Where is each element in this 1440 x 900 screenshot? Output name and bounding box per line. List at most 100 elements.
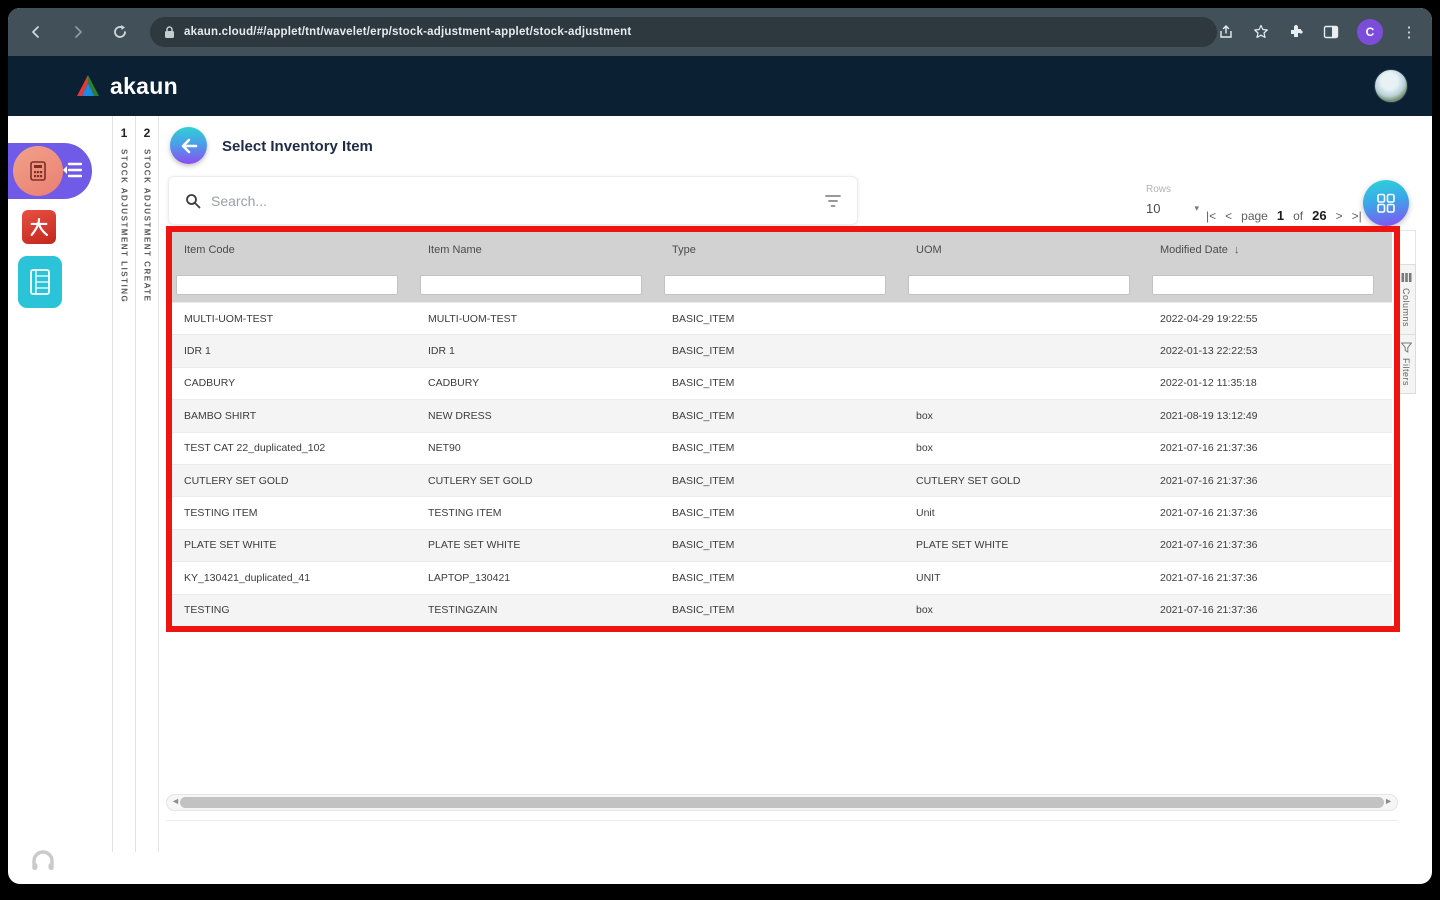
prev-page-button[interactable]: < xyxy=(1225,209,1232,223)
side-panel-spacer xyxy=(1396,230,1416,264)
next-page-button[interactable]: > xyxy=(1336,209,1343,223)
page-label: page xyxy=(1241,208,1268,223)
browser-back-icon[interactable] xyxy=(26,22,46,42)
cell-modified_date: 2022-04-29 19:22:55 xyxy=(1160,312,1258,325)
table-row[interactable]: TESTING ITEM TESTING ITEM BASIC_ITEM Unit 20… xyxy=(172,496,1392,529)
url-text: akaun.cloud/#/applet/tnt/wavelet/erp/sto… xyxy=(184,26,632,38)
page-total: 26 xyxy=(1312,208,1327,223)
column-header-modified_date[interactable]: Modified Date ↓ xyxy=(1148,244,1392,256)
grid-icon xyxy=(1377,193,1395,213)
scroll-right-icon[interactable]: ► xyxy=(1384,796,1393,806)
cell-uom: Unit xyxy=(916,507,935,520)
ledger-applet-icon[interactable] xyxy=(18,256,62,308)
cell-item_name: CADBURY xyxy=(428,377,480,390)
tab-stock-adjustment-listing[interactable]: 1 STOCK ADJUSTMENT LISTING xyxy=(112,116,135,852)
column-filter-input-item_code[interactable] xyxy=(176,275,398,295)
cell-item_name: LAPTOP_130421 xyxy=(428,571,511,584)
url-bar[interactable]: akaun.cloud/#/applet/tnt/wavelet/erp/sto… xyxy=(150,17,1217,47)
browser-chrome: akaun.cloud/#/applet/tnt/wavelet/erp/sto… xyxy=(8,8,1432,56)
filters-icon xyxy=(1400,342,1412,353)
table-row[interactable]: PLATE SET WHITE PLATE SET WHITE BASIC_ITEM… xyxy=(172,528,1392,562)
scroll-left-icon[interactable]: ◄ xyxy=(171,796,180,806)
table-header-row: Item Code Item Name Type UOM Modified Date ↓ xyxy=(172,232,1392,268)
browser-forward-icon[interactable] xyxy=(68,22,88,42)
table-row[interactable]: IDR 1 IDR 1 BASIC_ITEM 2022-01-13 22:22:53 xyxy=(172,334,1392,367)
grid-view-button[interactable] xyxy=(1363,180,1409,226)
share-icon[interactable] xyxy=(1217,23,1235,41)
of-label: of xyxy=(1293,208,1304,223)
rows-value: 10 xyxy=(1146,201,1161,216)
cell-item_code: TESTING xyxy=(184,604,230,617)
cell-uom: UNIT xyxy=(916,571,941,584)
pdf-applet-icon[interactable] xyxy=(22,210,56,244)
filter-list-icon[interactable] xyxy=(825,194,841,208)
extensions-icon[interactable] xyxy=(1287,23,1305,41)
column-filter-input-uom[interactable] xyxy=(908,275,1130,295)
browser-profile-avatar[interactable]: C xyxy=(1357,19,1383,45)
cell-type: BASIC_ITEM xyxy=(672,604,735,617)
table-filter-row xyxy=(172,268,1392,302)
column-filter-input-type[interactable] xyxy=(664,275,886,295)
filters-label: Filters xyxy=(1401,358,1411,387)
table-row[interactable]: CADBURY CADBURY BASIC_ITEM 2022-01-12 11:35… xyxy=(172,366,1392,400)
cell-type: BASIC_ITEM xyxy=(672,474,735,487)
cell-item_code: CADBURY xyxy=(184,377,236,390)
tab-stock-adjustment-create[interactable]: 2 STOCK ADJUSTMENT CREATE xyxy=(135,116,158,852)
columns-toggle[interactable]: Columns xyxy=(1396,264,1416,336)
column-header-uom[interactable]: UOM xyxy=(904,244,1148,256)
filter-cell-uom xyxy=(904,275,1148,295)
column-header-type[interactable]: Type xyxy=(660,244,904,256)
columns-icon xyxy=(1401,273,1411,282)
bookmark-star-icon[interactable] xyxy=(1252,23,1270,41)
rows-select[interactable]: 10 ▾ xyxy=(1146,201,1199,216)
table-row[interactable]: BAMBO SHIRT NEW DRESS BASIC_ITEM box 2021-08… xyxy=(172,399,1392,432)
cell-item_name: PLATE SET WHITE xyxy=(428,539,521,552)
back-arrow-icon xyxy=(181,138,197,153)
cell-type: BASIC_ITEM xyxy=(672,507,735,520)
cell-uom: CUTLERY SET GOLD xyxy=(916,474,1021,487)
search-input[interactable] xyxy=(211,192,825,209)
cell-type: BASIC_ITEM xyxy=(672,345,735,358)
cell-modified_date: 2021-07-16 21:37:36 xyxy=(1160,604,1258,617)
horizontal-scrollbar[interactable]: ◄ ► xyxy=(166,794,1398,811)
brand-name: akaun xyxy=(110,72,178,99)
applet-switcher-button[interactable] xyxy=(8,143,92,199)
menu-open-icon xyxy=(62,161,82,179)
table-row[interactable]: KY_130421_duplicated_41 LAPTOP_130421 BASI… xyxy=(172,561,1392,594)
cell-item_name: NET90 xyxy=(428,442,461,455)
back-button[interactable] xyxy=(170,127,207,164)
caret-down-icon: ▾ xyxy=(1194,203,1199,213)
tab-label: STOCK ADJUSTMENT LISTING xyxy=(119,149,129,304)
browser-reload-icon[interactable] xyxy=(110,22,130,42)
filter-cell-type xyxy=(660,275,904,295)
card-bottom-divider xyxy=(166,820,1398,821)
cell-item_name: MULTI-UOM-TEST xyxy=(428,312,518,325)
kebab-menu-icon[interactable]: ⋮ xyxy=(1400,23,1418,41)
filters-toggle[interactable]: Filters xyxy=(1396,335,1416,395)
tab-label: STOCK ADJUSTMENT CREATE xyxy=(142,149,152,303)
table-row[interactable]: CUTLERY SET GOLD CUTLERY SET GOLD BASIC_IT… xyxy=(172,463,1392,497)
cell-item_name: TESTING ITEM xyxy=(428,507,502,520)
side-panel-icon[interactable] xyxy=(1322,23,1340,41)
table-row[interactable]: MULTI-UOM-TEST MULTI-UOM-TEST BASIC_ITEM 20… xyxy=(172,302,1392,335)
cell-uom: box xyxy=(916,604,933,617)
cell-type: BASIC_ITEM xyxy=(672,409,735,422)
cell-modified_date: 2021-07-16 21:37:36 xyxy=(1160,539,1258,552)
cell-type: BASIC_ITEM xyxy=(672,442,735,455)
support-headset-icon[interactable] xyxy=(30,848,56,879)
search-icon xyxy=(186,193,201,208)
user-avatar[interactable] xyxy=(1374,69,1408,103)
column-header-item_name[interactable]: Item Name xyxy=(416,244,660,256)
table-row[interactable]: TESTING TESTINGZAIN BASIC_ITEM box 2021-07-1… xyxy=(172,593,1392,626)
column-header-item_code[interactable]: Item Code xyxy=(172,244,416,256)
cell-uom: box xyxy=(916,409,933,422)
table-row[interactable]: TEST CAT 22_duplicated_102 NET90 BASIC_ITE… xyxy=(172,431,1392,464)
scrollbar-thumb[interactable] xyxy=(180,797,1384,808)
first-page-button[interactable]: |< xyxy=(1206,209,1216,223)
akaun-triangle-icon xyxy=(77,75,99,96)
cell-uom: box xyxy=(916,442,933,455)
last-page-button[interactable]: >| xyxy=(1352,209,1362,223)
column-filter-input-item_name[interactable] xyxy=(420,275,642,295)
column-filter-input-modified_date[interactable] xyxy=(1152,275,1374,295)
cell-item_code: TESTING ITEM xyxy=(184,507,258,520)
